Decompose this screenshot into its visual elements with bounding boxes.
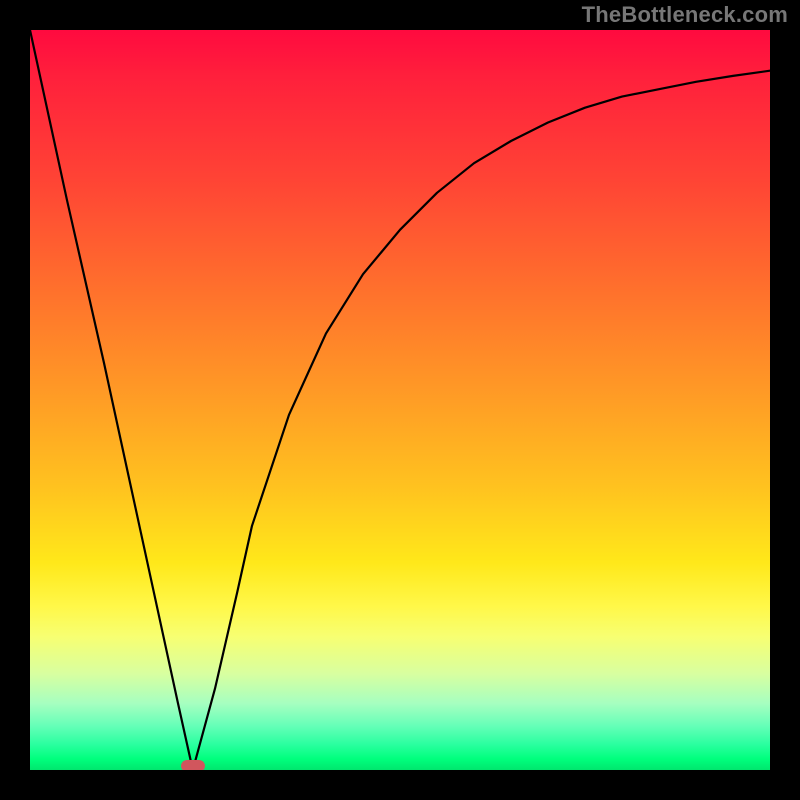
curve-svg — [30, 30, 770, 770]
chart-frame: TheBottleneck.com — [0, 0, 800, 800]
watermark-text: TheBottleneck.com — [582, 2, 788, 28]
min-marker — [181, 760, 205, 770]
plot-area — [30, 30, 770, 770]
bottleneck-curve — [30, 30, 770, 770]
